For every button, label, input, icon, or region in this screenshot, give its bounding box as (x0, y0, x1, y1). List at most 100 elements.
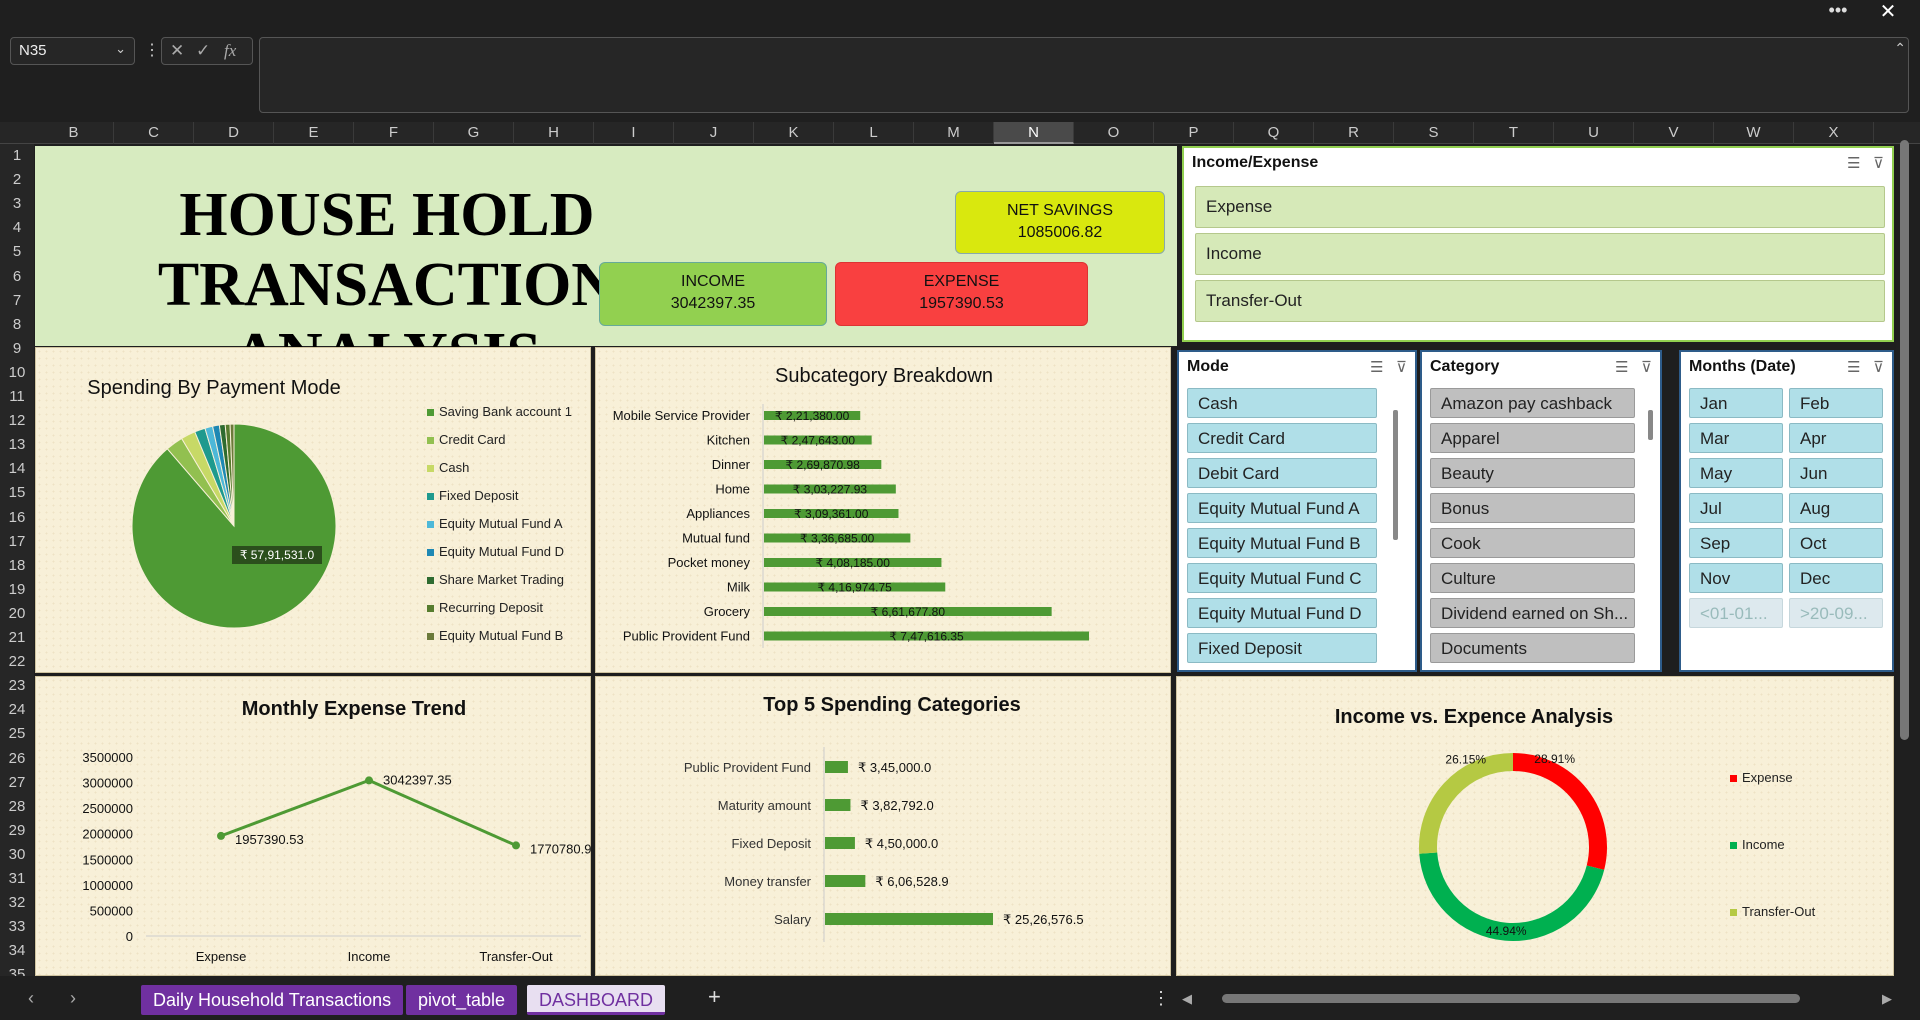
column-header[interactable]: C (114, 122, 194, 144)
row-header[interactable]: 10 (0, 361, 34, 386)
row-header[interactable]: 6 (0, 265, 34, 290)
slicer-mode[interactable]: Mode ☰ ⊽ Cash Credit Card Debit Card Equity… (1177, 350, 1417, 672)
name-box[interactable]: N35 ⌄ (10, 37, 135, 65)
slicer-item[interactable]: Equity Mutual Fund A (1187, 493, 1377, 523)
row-header[interactable]: 14 (0, 457, 34, 482)
slicer-month-item[interactable]: Jan (1689, 388, 1783, 418)
slicer-month-item[interactable]: Sep (1689, 528, 1783, 558)
slicer-item[interactable]: Fixed Deposit (1187, 633, 1377, 663)
column-header[interactable]: V (1634, 122, 1714, 144)
slicer-scrollbar[interactable] (1648, 410, 1653, 440)
confirm-icon[interactable]: ✓ (196, 41, 210, 61)
row-header[interactable]: 17 (0, 530, 34, 555)
slicer-month-item[interactable]: Jul (1689, 493, 1783, 523)
slicer-item[interactable]: Equity Mutual Fund D (1187, 598, 1377, 628)
slicer-scrollbar[interactable] (1393, 410, 1398, 540)
fx-icon[interactable]: fx (224, 41, 236, 61)
slicer-months[interactable]: Months (Date) ☰ ⊽ Jan Feb Mar Apr May Jun Jul A… (1679, 350, 1894, 672)
row-header[interactable]: 12 (0, 409, 34, 434)
slicer-item[interactable]: Documents (1430, 633, 1635, 663)
column-header[interactable]: G (434, 122, 514, 144)
slicer-month-item[interactable]: Oct (1789, 528, 1883, 558)
multi-select-icon[interactable]: ☰ (1847, 359, 1860, 376)
chevron-down-icon[interactable]: ⌄ (115, 41, 126, 57)
row-header[interactable]: 24 (0, 698, 34, 723)
slicer-month-item[interactable]: >20-09... (1789, 598, 1883, 628)
row-header[interactable]: 9 (0, 337, 34, 362)
slicer-item[interactable]: Credit Card (1187, 423, 1377, 453)
row-header[interactable]: 25 (0, 722, 34, 747)
close-icon[interactable]: ✕ (1870, 0, 1906, 25)
more-sheets-icon[interactable]: ⋮ (1152, 988, 1170, 1009)
cancel-icon[interactable]: ✕ (170, 41, 184, 61)
slicer-month-item[interactable]: Feb (1789, 388, 1883, 418)
row-header[interactable]: 1 (0, 144, 34, 169)
row-header[interactable]: 16 (0, 506, 34, 531)
slicer-month-item[interactable]: <01-01... (1689, 598, 1783, 628)
column-header[interactable]: X (1794, 122, 1874, 144)
slicer-month-item[interactable]: Aug (1789, 493, 1883, 523)
slicer-item[interactable]: Equity Mutual Fund C (1187, 563, 1377, 593)
column-header[interactable]: O (1074, 122, 1154, 144)
slicer-month-item[interactable]: May (1689, 458, 1783, 488)
formula-input[interactable] (259, 37, 1909, 113)
add-sheet-icon[interactable]: + (708, 984, 721, 1010)
row-header[interactable]: 29 (0, 819, 34, 844)
slicer-category[interactable]: Category ☰ ⊽ Amazon pay cashback Apparel B… (1420, 350, 1662, 672)
row-header[interactable]: 5 (0, 240, 34, 265)
clear-filter-icon[interactable]: ⊽ (1396, 359, 1407, 376)
column-header[interactable]: K (754, 122, 834, 144)
row-header[interactable]: 2 (0, 168, 34, 193)
row-header[interactable]: 33 (0, 915, 34, 940)
multi-select-icon[interactable]: ☰ (1370, 359, 1383, 376)
slicer-month-item[interactable]: Jun (1789, 458, 1883, 488)
row-header[interactable]: 8 (0, 313, 34, 338)
column-header[interactable]: D (194, 122, 274, 144)
row-header[interactable]: 26 (0, 747, 34, 772)
slicer-item[interactable]: Expense (1195, 186, 1885, 228)
slicer-item[interactable]: Bonus (1430, 493, 1635, 523)
row-header[interactable]: 34 (0, 939, 34, 964)
slicer-item[interactable]: Beauty (1430, 458, 1635, 488)
row-header[interactable]: 31 (0, 867, 34, 892)
row-header[interactable]: 30 (0, 843, 34, 868)
tab-daily-household-transactions[interactable]: Daily Household Transactions (141, 985, 404, 1015)
column-header[interactable]: M (914, 122, 994, 144)
slicer-item[interactable]: Transfer-Out (1195, 280, 1885, 322)
row-header[interactable]: 19 (0, 578, 34, 603)
row-header[interactable]: 7 (0, 289, 34, 314)
column-header[interactable]: N (994, 122, 1074, 144)
next-sheet-icon[interactable]: › (70, 988, 76, 1009)
slicer-income-expense[interactable]: Income/Expense ☰ ⊽ Expense Income Transf… (1182, 146, 1894, 342)
column-header[interactable]: J (674, 122, 754, 144)
slicer-item[interactable]: Apparel (1430, 423, 1635, 453)
slicer-item[interactable]: Income (1195, 233, 1885, 275)
slicer-item[interactable]: Amazon pay cashback (1430, 388, 1635, 418)
row-header[interactable]: 22 (0, 650, 34, 675)
slicer-item[interactable]: Cook (1430, 528, 1635, 558)
row-header[interactable]: 3 (0, 192, 34, 217)
horizontal-scrollbar[interactable] (1222, 994, 1800, 1003)
vertical-scrollbar[interactable] (1900, 140, 1909, 740)
row-header[interactable]: 18 (0, 554, 34, 579)
tab-dashboard[interactable]: DASHBOARD (527, 985, 666, 1015)
slicer-item[interactable]: Culture (1430, 563, 1635, 593)
column-header[interactable]: L (834, 122, 914, 144)
row-header[interactable]: 32 (0, 891, 34, 916)
slicer-month-item[interactable]: Dec (1789, 563, 1883, 593)
slicer-month-item[interactable]: Apr (1789, 423, 1883, 453)
column-header[interactable]: H (514, 122, 594, 144)
column-header[interactable]: Q (1234, 122, 1314, 144)
slicer-item[interactable]: Debit Card (1187, 458, 1377, 488)
multi-select-icon[interactable]: ☰ (1847, 155, 1860, 172)
column-header[interactable]: I (594, 122, 674, 144)
row-header[interactable]: 23 (0, 674, 34, 699)
row-header[interactable]: 20 (0, 602, 34, 627)
slicer-month-item[interactable]: Mar (1689, 423, 1783, 453)
row-header[interactable]: 13 (0, 433, 34, 458)
column-header[interactable]: F (354, 122, 434, 144)
row-header[interactable]: 11 (0, 385, 34, 410)
row-header[interactable]: 27 (0, 771, 34, 796)
row-header[interactable]: 15 (0, 481, 34, 506)
multi-select-icon[interactable]: ☰ (1615, 359, 1628, 376)
